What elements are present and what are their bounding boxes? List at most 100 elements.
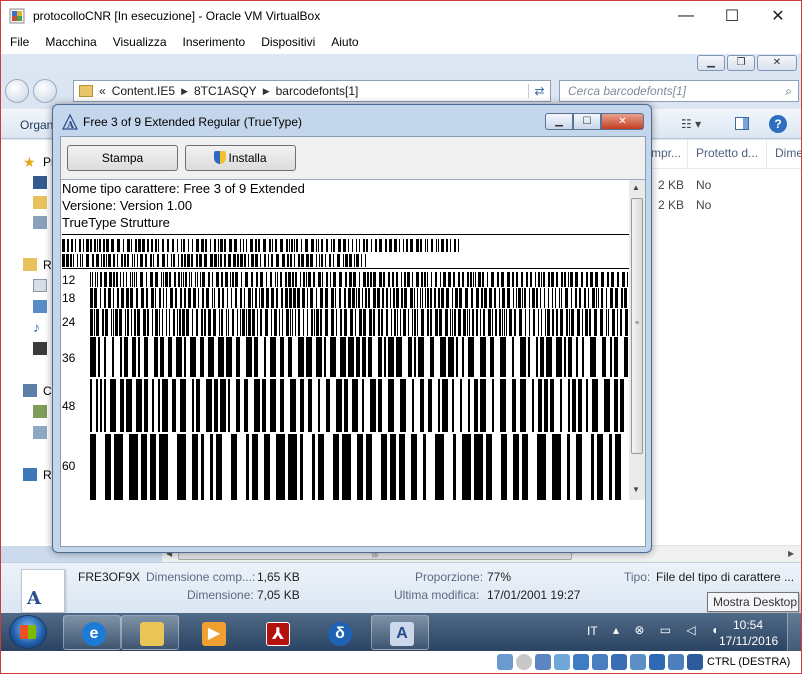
usb-icon[interactable] xyxy=(554,654,570,670)
chevron-right-icon[interactable]: ▶ xyxy=(263,86,270,97)
videos-icon[interactable] xyxy=(33,342,47,355)
column-dimension[interactable]: Dime xyxy=(775,146,801,160)
downloads-icon[interactable] xyxy=(33,196,47,209)
menu-devices[interactable]: Dispositivi xyxy=(253,35,323,49)
vbox-device-icons xyxy=(497,654,703,670)
taskbar-windows-explorer[interactable] xyxy=(121,615,179,650)
barcode-bar xyxy=(281,288,283,308)
pictures-icon[interactable] xyxy=(33,300,47,313)
scroll-up-icon[interactable]: ▲ xyxy=(632,183,640,192)
scrollbar-thumb[interactable]: ≡ xyxy=(631,198,643,454)
close-button[interactable]: ✕ xyxy=(755,1,801,31)
barcode-bar xyxy=(90,379,92,432)
column-separator[interactable] xyxy=(766,140,767,168)
documents-icon[interactable] xyxy=(33,279,47,292)
barcode-bar xyxy=(90,288,93,308)
taskbar-delta-app[interactable]: δ xyxy=(309,615,367,650)
barcode-bar xyxy=(344,309,347,336)
barcode-bar xyxy=(513,288,514,308)
explorer-minimize-button[interactable]: ▁ xyxy=(697,55,725,71)
view-options-icon[interactable]: ☷ ▾ xyxy=(681,117,701,131)
language-indicator[interactable]: IT xyxy=(587,624,598,638)
drive-icon[interactable] xyxy=(33,405,47,418)
breadcrumb-barcodefonts[interactable]: barcodefonts[1] xyxy=(270,84,365,98)
preview-divider xyxy=(62,268,629,269)
refresh-icon[interactable]: ⇄ xyxy=(528,84,550,98)
barcode-bar xyxy=(214,379,218,432)
barcode-bar xyxy=(541,272,542,287)
menu-view[interactable]: Visualizza xyxy=(105,35,175,49)
menu-machine[interactable]: Macchina xyxy=(37,35,104,49)
hard-disk-icon[interactable] xyxy=(497,654,513,670)
optical-drive-icon[interactable] xyxy=(516,654,532,670)
breadcrumb-8tc1asqy[interactable]: 8TC1ASQY xyxy=(188,84,263,98)
taskbar-internet-explorer[interactable]: e xyxy=(63,615,121,650)
taskbar-media-player[interactable]: ▶ xyxy=(183,615,241,650)
search-icon[interactable]: ⌕ xyxy=(785,84,792,99)
display-icon[interactable] xyxy=(611,654,627,670)
barcode-bar xyxy=(208,272,210,287)
shared-folder-icon[interactable] xyxy=(573,654,589,670)
explorer-restore-button[interactable]: ❐ xyxy=(727,55,755,71)
install-button[interactable]: Installa xyxy=(185,145,296,171)
address-bar[interactable]: « Content.IE5 ▶ 8TC1ASQY ▶ barcodefonts[… xyxy=(73,80,551,102)
tray-icons[interactable]: ▴ ⊗ ▭ ◁ ◖ xyxy=(613,623,724,637)
barcode-bar xyxy=(123,272,124,287)
barcode-bar xyxy=(104,272,107,287)
barcode-bar xyxy=(417,309,418,336)
explorer-close-button[interactable]: ✕ xyxy=(757,55,797,71)
show-desktop-button[interactable] xyxy=(787,613,801,651)
barcode-bar xyxy=(261,288,264,308)
barcode-bar xyxy=(232,272,234,287)
barcode-bar xyxy=(488,309,491,336)
column-protected[interactable]: Protetto d... xyxy=(696,146,758,160)
barcode-bar xyxy=(434,288,436,308)
start-button[interactable] xyxy=(9,615,47,649)
taskbar-font-viewer[interactable]: A xyxy=(371,615,429,650)
help-icon[interactable]: ? xyxy=(769,115,787,133)
desktop-icon[interactable] xyxy=(33,176,47,189)
scroll-down-icon[interactable]: ▼ xyxy=(632,485,640,494)
dialog-window-controls: ▁ ☐ ✕ xyxy=(545,113,644,130)
audio-icon[interactable] xyxy=(535,654,551,670)
barcode-bar xyxy=(506,309,507,336)
minimize-button[interactable]: — xyxy=(663,1,709,31)
menu-input[interactable]: Inserimento xyxy=(175,35,254,49)
organize-button[interactable]: Organ xyxy=(20,118,53,132)
breadcrumb-content-ie5[interactable]: Content.IE5 xyxy=(106,84,181,98)
music-icon[interactable]: ♪ xyxy=(33,320,47,334)
network-drive-icon[interactable] xyxy=(33,426,47,439)
search-input[interactable]: Cerca barcodefonts[1] ⌕ xyxy=(559,80,799,102)
barcode-bar xyxy=(325,288,328,308)
mouse-integration-icon[interactable] xyxy=(668,654,684,670)
taskbar-acrobat-reader[interactable]: ⅄ xyxy=(247,615,305,650)
column-compressed[interactable]: mpr... xyxy=(651,146,681,160)
column-separator[interactable] xyxy=(687,140,688,168)
dialog-close-button[interactable]: ✕ xyxy=(601,113,644,130)
print-button[interactable]: Stampa xyxy=(67,145,178,171)
clock-date[interactable]: 17/11/2016 xyxy=(719,634,778,648)
menu-help[interactable]: Aiuto xyxy=(323,35,366,49)
barcode-bar xyxy=(199,254,202,267)
clock-time[interactable]: 10:54 xyxy=(733,618,763,632)
dialog-maximize-button[interactable]: ☐ xyxy=(573,113,601,130)
dialog-minimize-button[interactable]: ▁ xyxy=(545,113,573,130)
back-button[interactable] xyxy=(5,79,29,103)
maximize-button[interactable]: ☐ xyxy=(709,1,755,31)
menu-file[interactable]: File xyxy=(1,35,37,49)
preview-pane-icon[interactable] xyxy=(735,117,749,130)
nav-computer[interactable]: C xyxy=(43,384,52,398)
forward-button[interactable] xyxy=(33,79,57,103)
host-key-icon[interactable] xyxy=(687,654,703,670)
barcode-bar xyxy=(582,337,584,377)
barcode-bar xyxy=(592,379,598,432)
virtualization-icon[interactable] xyxy=(649,654,665,670)
video-capture-icon[interactable] xyxy=(630,654,646,670)
recent-places-icon[interactable] xyxy=(33,216,47,229)
network-adapter-icon[interactable] xyxy=(592,654,608,670)
preview-vertical-scrollbar[interactable]: ▲ ≡ ▼ xyxy=(629,180,645,500)
chevron-right-icon[interactable]: ▶ xyxy=(181,86,188,97)
address-prefix[interactable]: « xyxy=(99,84,106,98)
scroll-right-icon[interactable]: ▶ xyxy=(788,549,794,558)
details-size-label: Dimensione: xyxy=(187,588,254,602)
